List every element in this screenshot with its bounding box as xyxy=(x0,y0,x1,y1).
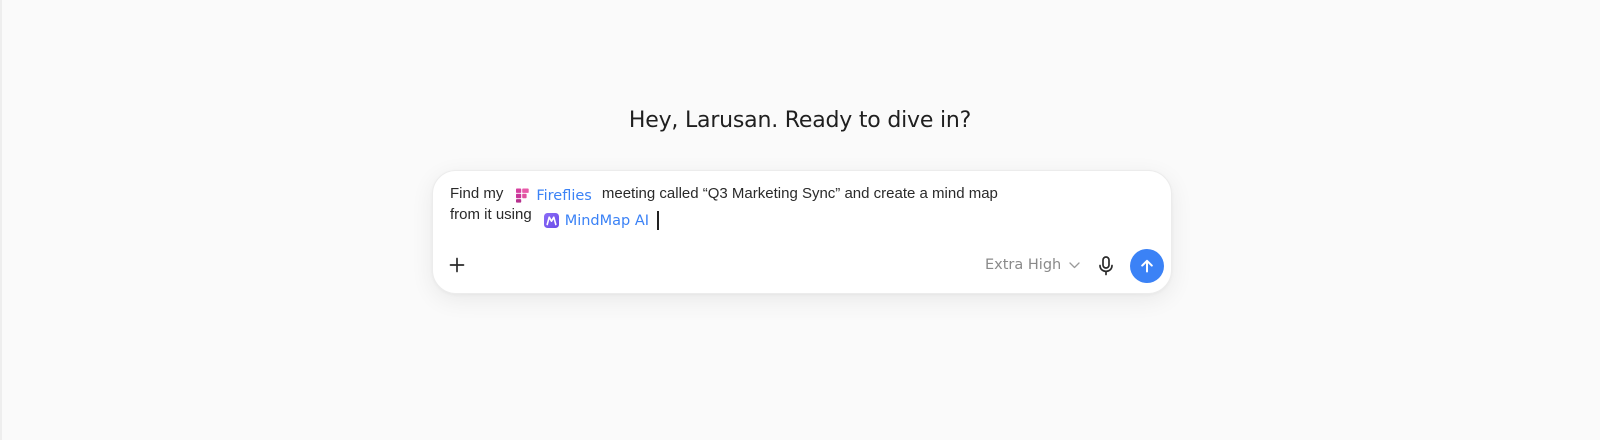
reasoning-level-select[interactable]: Extra High xyxy=(985,257,1080,273)
mindmap-ai-icon xyxy=(543,213,559,228)
voice-input-button[interactable] xyxy=(1095,254,1117,278)
chevron-down-icon xyxy=(1069,261,1080,268)
send-button[interactable] xyxy=(1130,249,1164,283)
prompt-text-line-1[interactable]: Find my Fireflies meeting called “Q3 Mar… xyxy=(450,185,998,204)
microphone-icon xyxy=(1099,256,1113,276)
prompt-text-part: meeting called “Q3 Marketing Sync” and c… xyxy=(601,185,998,202)
greeting-heading: Hey, Larusan. Ready to dive in? xyxy=(628,108,972,133)
prompt-text-part: from it using xyxy=(450,206,532,223)
fireflies-mention-chip[interactable]: Fireflies xyxy=(515,188,592,204)
prompt-text-line-2[interactable]: from it using MindMap AI xyxy=(450,205,659,230)
fireflies-mention-label: Fireflies xyxy=(536,187,592,204)
arrow-up-icon xyxy=(1141,259,1153,273)
fireflies-icon xyxy=(515,188,530,203)
window-left-edge xyxy=(0,0,2,440)
prompt-text-part: Find my xyxy=(450,185,504,202)
text-caret xyxy=(657,211,659,230)
prompt-composer[interactable]: Find my Fireflies meeting called “Q3 Mar… xyxy=(432,170,1172,294)
mindmap-ai-mention-label: MindMap AI xyxy=(564,212,650,229)
mindmap-ai-mention-chip[interactable]: MindMap AI xyxy=(543,212,650,229)
plus-icon xyxy=(449,257,465,273)
add-attachment-button[interactable] xyxy=(445,253,469,277)
reasoning-level-value: Extra High xyxy=(985,257,1062,273)
